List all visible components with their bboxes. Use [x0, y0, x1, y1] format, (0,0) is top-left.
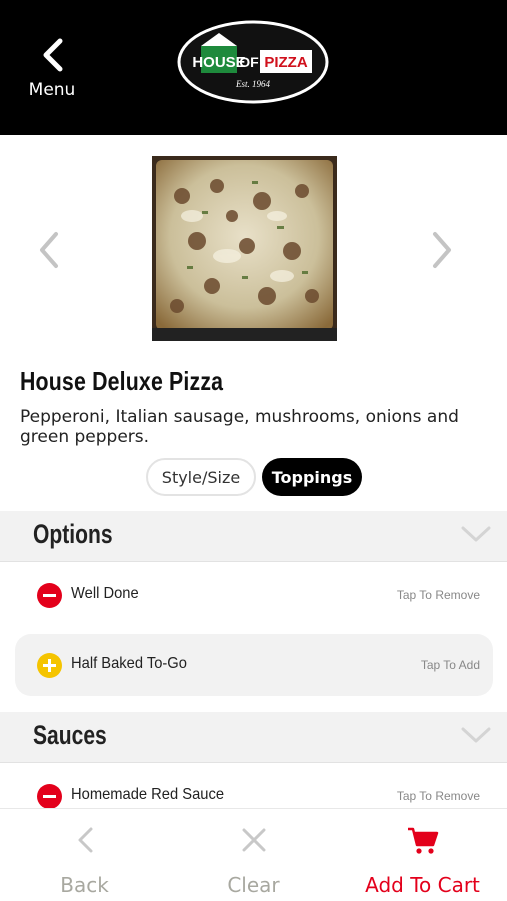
remove-icon — [37, 583, 62, 608]
chevron-down-icon — [461, 727, 491, 743]
tab-toppings[interactable]: Toppings — [262, 458, 362, 496]
item-title: House Deluxe Pizza — [20, 366, 224, 396]
back-label: Back — [60, 873, 109, 897]
option-label: Half Baked To-Go — [71, 655, 187, 672]
chevron-down-icon — [461, 526, 491, 542]
cart-icon — [407, 827, 438, 854]
logo-house-text: HOUSE — [192, 54, 245, 71]
next-image-arrow-icon[interactable] — [427, 230, 457, 270]
option-label: Homemade Red Sauce — [71, 786, 225, 803]
logo-of-text: OF — [239, 54, 259, 70]
pizza-photo — [152, 156, 337, 341]
option-action-hint: Tap To Remove — [396, 789, 480, 803]
close-icon — [242, 828, 265, 852]
chevron-left-icon — [43, 38, 63, 72]
logo-est-text: Est. 1964 — [235, 79, 271, 89]
item-description: Pepperoni, Italian sausage, mushrooms, o… — [20, 407, 459, 447]
previous-image-arrow-icon[interactable] — [34, 230, 64, 270]
back-button[interactable]: Back — [0, 809, 169, 901]
bottom-action-bar: Back Clear Add To Cart — [0, 808, 507, 901]
menu-label: Menu — [28, 80, 76, 100]
remove-icon — [37, 784, 62, 808]
tab-style-size[interactable]: Style/Size — [146, 458, 256, 496]
option-action-hint: Tap To Add — [420, 658, 480, 672]
add-to-cart-label: Add To Cart — [365, 873, 480, 897]
scroll-clip: Homemade Red Sauce Tap To Remove — [0, 765, 507, 808]
section-header-options[interactable]: Options — [0, 511, 507, 562]
add-to-cart-button[interactable]: Add To Cart — [338, 809, 507, 901]
section-header-sauces[interactable]: Sauces — [0, 712, 507, 763]
house-of-pizza-logo: HOUSE OF PIZZA Est. 1964 — [177, 20, 329, 104]
option-item-well-done[interactable]: Well Done Tap To Remove — [15, 564, 493, 626]
clear-button[interactable]: Clear — [169, 809, 338, 901]
chevron-left-icon — [78, 827, 92, 853]
section-title: Sauces — [33, 720, 107, 750]
option-item-red-sauce[interactable]: Homemade Red Sauce Tap To Remove — [15, 765, 493, 808]
option-item-half-baked[interactable]: Half Baked To-Go Tap To Add — [15, 634, 493, 696]
add-icon — [37, 653, 62, 678]
clear-label: Clear — [227, 873, 280, 897]
logo-pizza-text: PIZZA — [264, 54, 307, 71]
option-label: Well Done — [71, 585, 139, 602]
app-header: Menu HOUSE OF PIZZA Est. 1964 — [0, 0, 507, 135]
menu-button[interactable]: Menu — [22, 38, 82, 108]
section-title: Options — [33, 519, 113, 549]
option-action-hint: Tap To Remove — [396, 588, 480, 602]
